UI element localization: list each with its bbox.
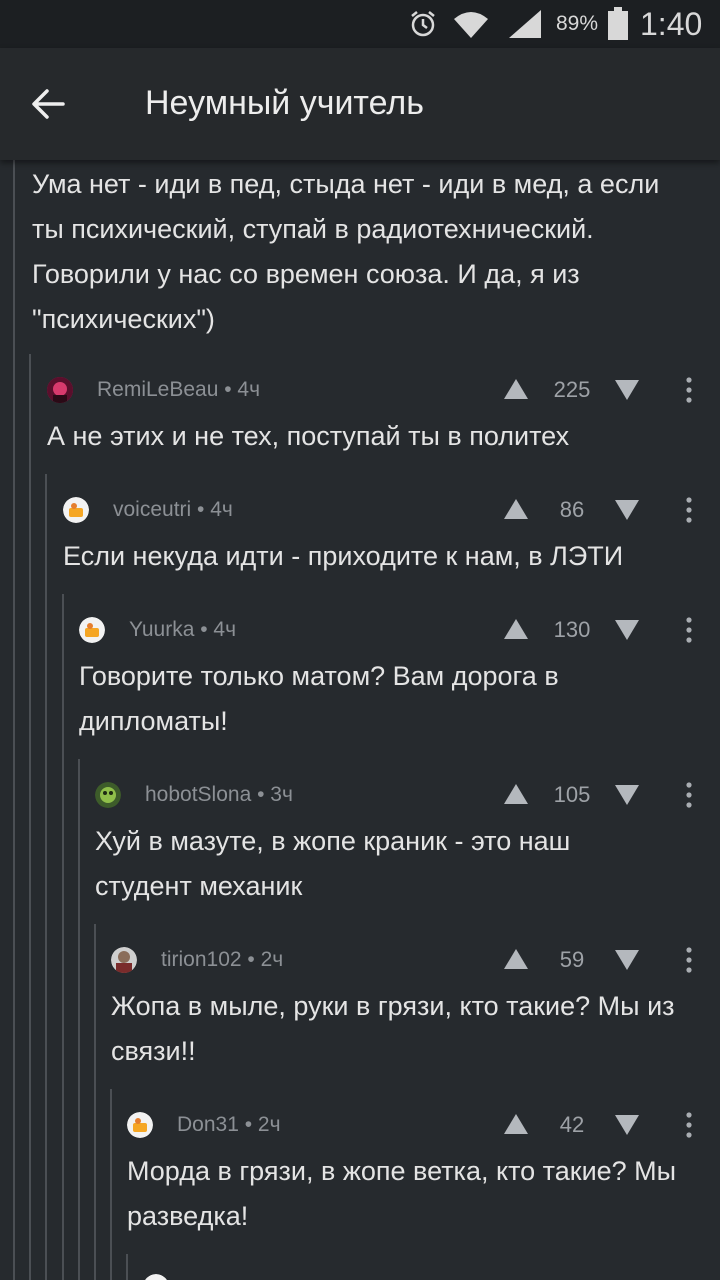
arrow-left-icon xyxy=(32,89,65,119)
more-options-icon[interactable] xyxy=(682,781,696,809)
comment-thread: Ума нет - иди в пед, стыда нет - иди в м… xyxy=(0,160,720,1280)
more-options-icon[interactable] xyxy=(682,1111,696,1139)
downvote-icon[interactable] xyxy=(614,619,640,641)
comment-header: tirion102 • 2ч 59 xyxy=(111,942,720,978)
comment: Yuurka • 4ч 130 Говорите только матом? В… xyxy=(79,612,720,753)
comment-text: Жопа в мыле, руки в грязи, кто такие? Мы… xyxy=(111,991,675,1066)
downvote-icon[interactable] xyxy=(614,1114,640,1136)
avatar[interactable] xyxy=(63,497,89,523)
comment-score: 130 xyxy=(553,617,591,642)
comment-score: 42 xyxy=(559,1112,585,1137)
thread-line xyxy=(29,354,31,1280)
comment-score: 59 xyxy=(559,947,585,972)
back-button[interactable] xyxy=(20,76,76,132)
avatar[interactable] xyxy=(143,1274,169,1280)
comment: RemiLeBeau • 4ч 225 А не этих и не тех, … xyxy=(47,372,720,468)
downvote-icon[interactable] xyxy=(614,949,640,971)
thread-line xyxy=(13,160,15,1280)
thread-line xyxy=(126,1254,128,1280)
thread-line xyxy=(78,759,80,1280)
comment-header: Yuurka • 4ч 130 xyxy=(79,612,720,648)
app-bar: Неумный учитель xyxy=(0,48,720,160)
avatar[interactable] xyxy=(127,1112,153,1138)
comment-text: А не этих и не тех, поступай ты в полите… xyxy=(47,421,570,451)
wifi-icon xyxy=(452,0,490,48)
alarm-icon xyxy=(408,0,438,48)
comment-text: Хуй в мазуте, в жопе краник - это наш ст… xyxy=(95,826,571,901)
more-options-icon[interactable] xyxy=(682,376,696,404)
clock: 1:40 xyxy=(640,5,703,42)
comment-text: Если некуда идти - приходите к нам, в ЛЭ… xyxy=(63,541,624,571)
thread-line xyxy=(94,924,96,1280)
comment-author-time[interactable]: Yuurka • 4ч xyxy=(129,612,236,648)
comment-author-time[interactable]: hobotSlona • 3ч xyxy=(145,777,293,813)
thread-line xyxy=(110,1089,112,1280)
comment-author-time[interactable]: voiceutri • 4ч xyxy=(113,492,233,528)
comment-score: 86 xyxy=(559,497,585,522)
avatar[interactable] xyxy=(47,377,73,403)
parent-comment-text: Ума нет - иди в пед, стыда нет - иди в м… xyxy=(32,169,660,334)
upvote-icon[interactable] xyxy=(503,783,529,805)
comment-header: hobotSlona • 3ч 105 xyxy=(95,777,720,813)
downvote-icon[interactable] xyxy=(614,379,640,401)
comment-score: 225 xyxy=(553,377,591,402)
upvote-icon[interactable] xyxy=(503,1113,529,1135)
signal-icon xyxy=(505,0,543,48)
thread-line xyxy=(62,594,64,1280)
status-bar: 89% 1:40 xyxy=(0,0,720,48)
comment-score: 105 xyxy=(553,782,591,807)
comment-header: RemiLeBeau • 4ч 225 xyxy=(47,372,720,408)
avatar[interactable] xyxy=(79,617,105,643)
upvote-icon[interactable] xyxy=(503,618,529,640)
more-options-icon[interactable] xyxy=(682,496,696,524)
comment: voiceutri • 4ч 86 Если некуда идти - при… xyxy=(63,492,720,588)
page-title: Неумный учитель xyxy=(145,84,424,122)
battery-icon xyxy=(607,0,629,48)
upvote-icon[interactable] xyxy=(503,498,529,520)
avatar[interactable] xyxy=(95,782,121,808)
downvote-icon[interactable] xyxy=(614,499,640,521)
upvote-icon[interactable] xyxy=(503,378,529,400)
thread-line xyxy=(45,474,47,1280)
upvote-icon[interactable] xyxy=(503,948,529,970)
comment-header: voiceutri • 4ч 86 xyxy=(63,492,720,528)
more-options-icon[interactable] xyxy=(682,616,696,644)
comment-author-time[interactable]: Don31 • 2ч xyxy=(177,1107,281,1143)
comment-text: Морда в грязи, в жопе ветка, кто такие? … xyxy=(127,1156,677,1231)
comment-author-time[interactable]: RemiLeBeau • 4ч xyxy=(97,372,260,408)
avatar[interactable] xyxy=(111,947,137,973)
comment-text: Говорите только матом? Вам дорога в дипл… xyxy=(79,661,559,736)
comment: hobotSlona • 3ч 105 Хуй в мазуте, в жопе… xyxy=(95,777,720,918)
downvote-icon[interactable] xyxy=(614,784,640,806)
more-options-icon[interactable] xyxy=(682,946,696,974)
comment: tirion102 • 2ч 59 Жопа в мыле, руки в гр… xyxy=(111,942,720,1083)
battery-percent: 89% xyxy=(556,12,599,35)
comment: Don31 • 2ч 42 Морда в грязи, в жопе ветк… xyxy=(127,1107,720,1248)
comment-header: Don31 • 2ч 42 xyxy=(127,1107,720,1143)
comment-author-time[interactable]: tirion102 • 2ч xyxy=(161,942,283,978)
